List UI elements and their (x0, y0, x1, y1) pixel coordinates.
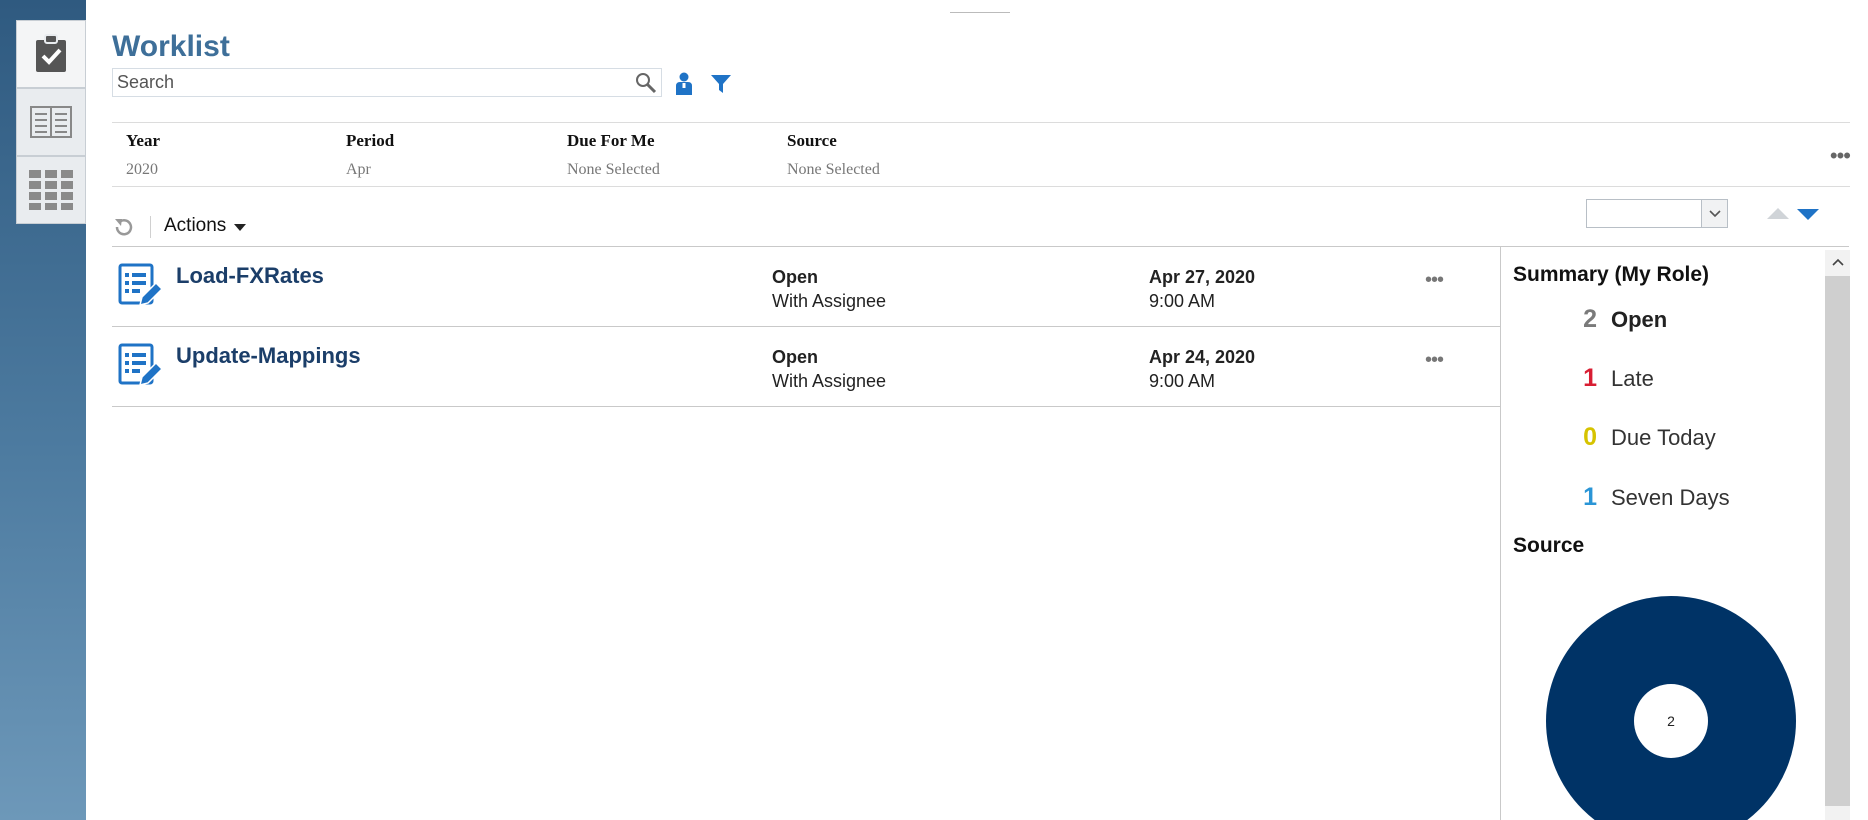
rail-tasks-button[interactable] (16, 20, 86, 88)
filter-value: None Selected (787, 161, 880, 178)
task-name[interactable]: Load-FXRates (176, 263, 324, 289)
chevron-down-icon (234, 223, 247, 231)
scrollbar[interactable] (1825, 250, 1850, 820)
more-icon[interactable]: ••• (1425, 349, 1444, 372)
actions-menu-button[interactable]: Actions (164, 215, 247, 237)
sort-descending-icon[interactable] (1797, 209, 1819, 220)
top-divider (950, 12, 1010, 13)
substatus-label: With Assignee (772, 291, 887, 311)
filter-icon[interactable] (710, 74, 732, 99)
sort-select[interactable] (1586, 199, 1728, 228)
summary-label: Due Today (1611, 425, 1716, 450)
chevron-down-icon[interactable] (1701, 200, 1727, 227)
due-time: 9:00 AM (1149, 371, 1216, 391)
summary-label: Seven Days (1611, 485, 1730, 510)
list-item[interactable]: Load-FXRates Open With Assignee Apr 27, … (112, 247, 1500, 327)
grid-icon (29, 170, 73, 210)
rail-cards-button[interactable] (16, 88, 86, 156)
filter-label: Source (787, 131, 837, 150)
task-due: Apr 27, 2020 9:00 AM (1149, 265, 1255, 313)
tasks-icon (36, 34, 66, 72)
source-title: Source (1513, 534, 1585, 557)
summary-seven-days[interactable]: 1 Seven Days (1583, 483, 1730, 512)
search-icon[interactable] (631, 70, 661, 96)
task-name[interactable]: Update-Mappings (176, 343, 361, 369)
summary-late[interactable]: 1 Late (1583, 364, 1654, 393)
more-icon[interactable]: ••• (1830, 143, 1851, 169)
filter-bar: Year 2020 Period Apr Due For Me None Sel… (112, 122, 1851, 187)
due-date: Apr 27, 2020 (1149, 267, 1256, 287)
filter-label: Year (126, 131, 160, 150)
filter-label: Due For Me (567, 131, 655, 150)
filter-value: Apr (346, 161, 371, 178)
due-time: 9:00 AM (1149, 291, 1216, 311)
filter-year[interactable]: Year 2020 (126, 131, 160, 179)
more-icon[interactable]: ••• (1425, 269, 1444, 292)
source-donut-chart[interactable]: 2 (1546, 596, 1796, 820)
navigation-rail (0, 0, 86, 820)
status-label: Open (772, 347, 819, 367)
summary-label: Late (1611, 366, 1654, 391)
summary-due-today[interactable]: 0 Due Today (1583, 423, 1716, 452)
search-input[interactable] (113, 69, 631, 96)
filter-value: 2020 (126, 161, 158, 178)
summary-count: 1 (1583, 364, 1597, 392)
due-date: Apr 24, 2020 (1149, 347, 1256, 367)
search-box (112, 68, 662, 97)
task-status: Open With Assignee (772, 345, 886, 393)
summary-count: 2 (1583, 305, 1597, 333)
donut-center-label: 2 (1667, 713, 1675, 729)
status-label: Open (772, 267, 819, 287)
task-edit-icon (118, 263, 164, 314)
actions-label: Actions (164, 215, 227, 236)
task-edit-icon (118, 343, 164, 394)
person-icon[interactable] (675, 72, 693, 101)
summary-label: Open (1611, 307, 1668, 332)
task-due: Apr 24, 2020 9:00 AM (1149, 345, 1255, 393)
filter-value: None Selected (567, 161, 660, 178)
summary-count: 0 (1583, 423, 1597, 451)
task-list: Load-FXRates Open With Assignee Apr 27, … (112, 246, 1500, 407)
page-title: Worklist (112, 30, 230, 63)
filter-period[interactable]: Period Apr (346, 131, 394, 179)
refresh-icon[interactable] (112, 215, 136, 244)
filter-source[interactable]: Source None Selected (787, 131, 880, 179)
filter-label: Period (346, 131, 395, 150)
list-item[interactable]: Update-Mappings Open With Assignee Apr 2… (112, 327, 1500, 407)
summary-open[interactable]: 2 Open (1583, 305, 1667, 334)
chevron-up-icon[interactable] (1832, 258, 1844, 266)
task-status: Open With Assignee (772, 265, 886, 313)
scrollbar-thumb[interactable] (1825, 276, 1850, 806)
toolbar-separator (150, 216, 151, 238)
sort-ascending-icon[interactable] (1767, 208, 1789, 219)
cards-icon (30, 106, 72, 138)
filter-due-for-me[interactable]: Due For Me None Selected (567, 131, 660, 179)
rail-grid-button[interactable] (16, 156, 86, 224)
substatus-label: With Assignee (772, 371, 887, 391)
summary-title: Summary (My Role) (1513, 263, 1710, 286)
summary-count: 1 (1583, 483, 1597, 511)
